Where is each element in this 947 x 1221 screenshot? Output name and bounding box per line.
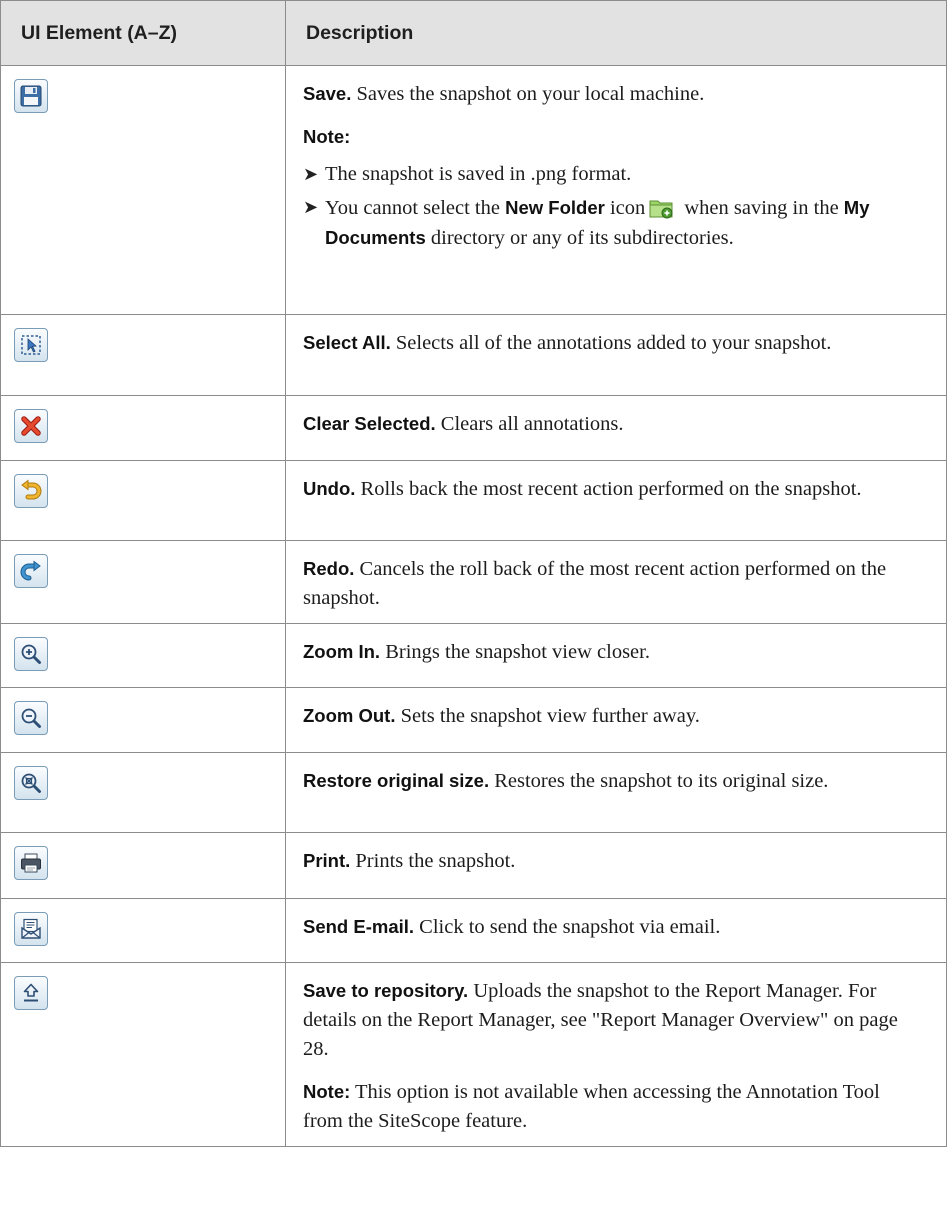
list-item: ➤ You cannot select the New Folder icon … bbox=[303, 193, 922, 253]
row-text: Saves the snapshot on your local machine… bbox=[351, 83, 705, 105]
list-item: ➤ The snapshot is saved in .png format. bbox=[303, 160, 922, 189]
restore-size-icon bbox=[14, 766, 48, 800]
table-row: Print. Prints the snapshot. bbox=[0, 832, 947, 899]
table-row: Redo. Cancels the roll back of the most … bbox=[0, 540, 947, 624]
table-row: Select All. Selects all of the annotatio… bbox=[0, 314, 947, 396]
save-to-repository-icon bbox=[14, 976, 48, 1010]
header-description: Description bbox=[285, 0, 947, 66]
select-all-icon bbox=[14, 328, 48, 362]
table-row: Send E-mail. Click to send the snapshot … bbox=[0, 898, 947, 963]
ui-elements-table: UI Element (A–Z) Description Save. Saves… bbox=[0, 0, 947, 1147]
row-title: Save. bbox=[303, 83, 352, 104]
row-title: Zoom In. bbox=[303, 641, 381, 662]
header-row: UI Element (A–Z) Description bbox=[0, 0, 947, 66]
bullet-arrow-icon: ➤ bbox=[303, 164, 319, 184]
table-row: Save to repository. Uploads the snapshot… bbox=[0, 962, 947, 1147]
note-label: Note: bbox=[303, 126, 351, 147]
row-title: Send E-mail. bbox=[303, 916, 415, 937]
save-icon bbox=[14, 79, 48, 113]
redo-icon bbox=[14, 554, 48, 588]
row-title: Restore original size. bbox=[303, 770, 490, 791]
table-row: Restore original size. Restores the snap… bbox=[0, 752, 947, 833]
row-text: Cancels the roll back of the most recent… bbox=[303, 558, 887, 609]
new-folder-icon bbox=[649, 196, 675, 220]
row-text: Prints the snapshot. bbox=[350, 850, 516, 872]
zoom-in-icon bbox=[14, 637, 48, 671]
row-text: Selects all of the annotations added to … bbox=[390, 332, 832, 354]
table-row: Clear Selected. Clears all annotations. bbox=[0, 395, 947, 461]
row-text: Clears all annotations. bbox=[435, 413, 624, 435]
row-title: Zoom Out. bbox=[303, 705, 396, 726]
table-row: Zoom Out. Sets the snapshot view further… bbox=[0, 687, 947, 753]
row-title: Clear Selected. bbox=[303, 413, 436, 434]
clear-selected-icon bbox=[14, 409, 48, 443]
row-title: Save to repository. bbox=[303, 980, 469, 1001]
send-email-icon bbox=[14, 912, 48, 946]
row-title: Redo. bbox=[303, 558, 355, 579]
zoom-out-icon bbox=[14, 701, 48, 735]
header-ui-element: UI Element (A–Z) bbox=[0, 0, 286, 66]
row-text: Restores the snapshot to its original si… bbox=[489, 770, 829, 792]
undo-icon bbox=[14, 474, 48, 508]
row-title: Undo. bbox=[303, 478, 356, 499]
note-label: Note: bbox=[303, 1081, 351, 1102]
row-title: Select All. bbox=[303, 332, 391, 353]
row-text: Click to send the snapshot via email. bbox=[414, 916, 721, 938]
row-title: Print. bbox=[303, 850, 351, 871]
table-row: Undo. Rolls back the most recent action … bbox=[0, 460, 947, 541]
print-icon bbox=[14, 846, 48, 880]
bullet-arrow-icon: ➤ bbox=[303, 197, 319, 217]
row-text: Rolls back the most recent action perfor… bbox=[355, 478, 862, 500]
table-row: Zoom In. Brings the snapshot view closer… bbox=[0, 623, 947, 688]
row-text: Brings the snapshot view closer. bbox=[380, 641, 650, 663]
table-row: Save. Saves the snapshot on your local m… bbox=[0, 65, 947, 315]
row-text: Sets the snapshot view further away. bbox=[395, 705, 700, 727]
note-text: This option is not available when access… bbox=[303, 1081, 880, 1132]
